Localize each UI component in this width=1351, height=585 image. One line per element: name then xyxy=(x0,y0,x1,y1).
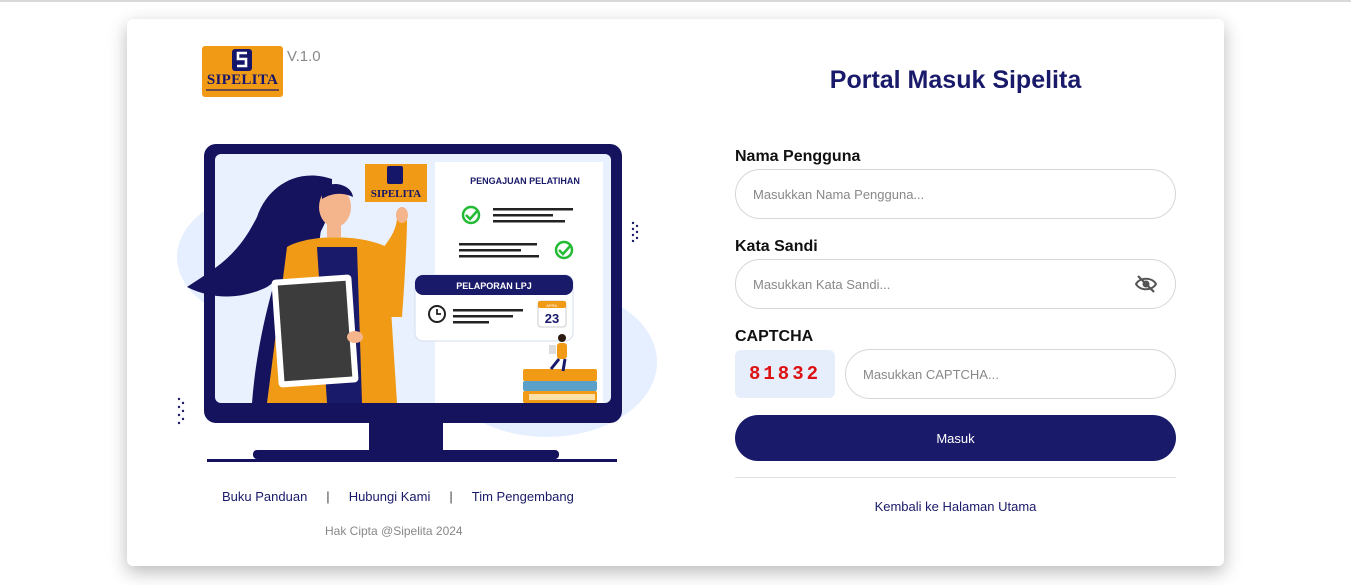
dev-team-link[interactable]: Tim Pengembang xyxy=(472,489,574,504)
username-input[interactable] xyxy=(735,169,1176,219)
screen-logo-text: SIPELITA xyxy=(371,188,422,200)
card2-title: PELAPORAN LPJ xyxy=(456,281,532,291)
password-input[interactable] xyxy=(735,259,1176,309)
link-separator: | xyxy=(326,489,330,504)
captcha-code: 81832 xyxy=(735,350,835,398)
user-guide-link[interactable]: Buku Panduan xyxy=(222,489,307,504)
card1-title: PENGAJUAN PELATIHAN xyxy=(470,176,580,186)
calendar-month: APRIL xyxy=(546,303,558,308)
eye-off-icon[interactable] xyxy=(1134,274,1158,294)
link-separator: | xyxy=(449,489,453,504)
logo-text: SIPELITA xyxy=(206,72,279,88)
divider xyxy=(735,477,1176,478)
top-border xyxy=(0,0,1351,2)
copyright-text: Hak Cipta @Sipelita 2024 xyxy=(325,524,463,538)
footer-links: Buku Panduan | Hubungi Kami | Tim Pengem… xyxy=(222,489,582,504)
calendar-day: 23 xyxy=(545,311,559,326)
version-label: V.1.0 xyxy=(287,48,321,65)
page-title: Portal Masuk Sipelita xyxy=(829,66,1082,94)
captcha-input[interactable] xyxy=(845,349,1176,399)
sipelita-logo: SIPELITA xyxy=(202,46,283,97)
logo-mark-icon xyxy=(232,49,252,71)
username-label: Nama Pengguna xyxy=(735,148,861,165)
captcha-label: CAPTCHA xyxy=(735,328,814,345)
back-to-home-link[interactable]: Kembali ke Halaman Utama xyxy=(735,499,1176,514)
logo-tagline xyxy=(206,89,279,91)
password-label: Kata Sandi xyxy=(735,238,818,255)
login-illustration: PENGAJUAN PELATIHAN SIPELITA PELAPORAN L… xyxy=(177,144,657,462)
login-button[interactable]: Masuk xyxy=(735,415,1176,461)
contact-us-link[interactable]: Hubungi Kami xyxy=(349,489,431,504)
login-card: SIPELITA V.1.0 PENGAJUAN PELATIHAN SIPEL… xyxy=(127,19,1224,566)
